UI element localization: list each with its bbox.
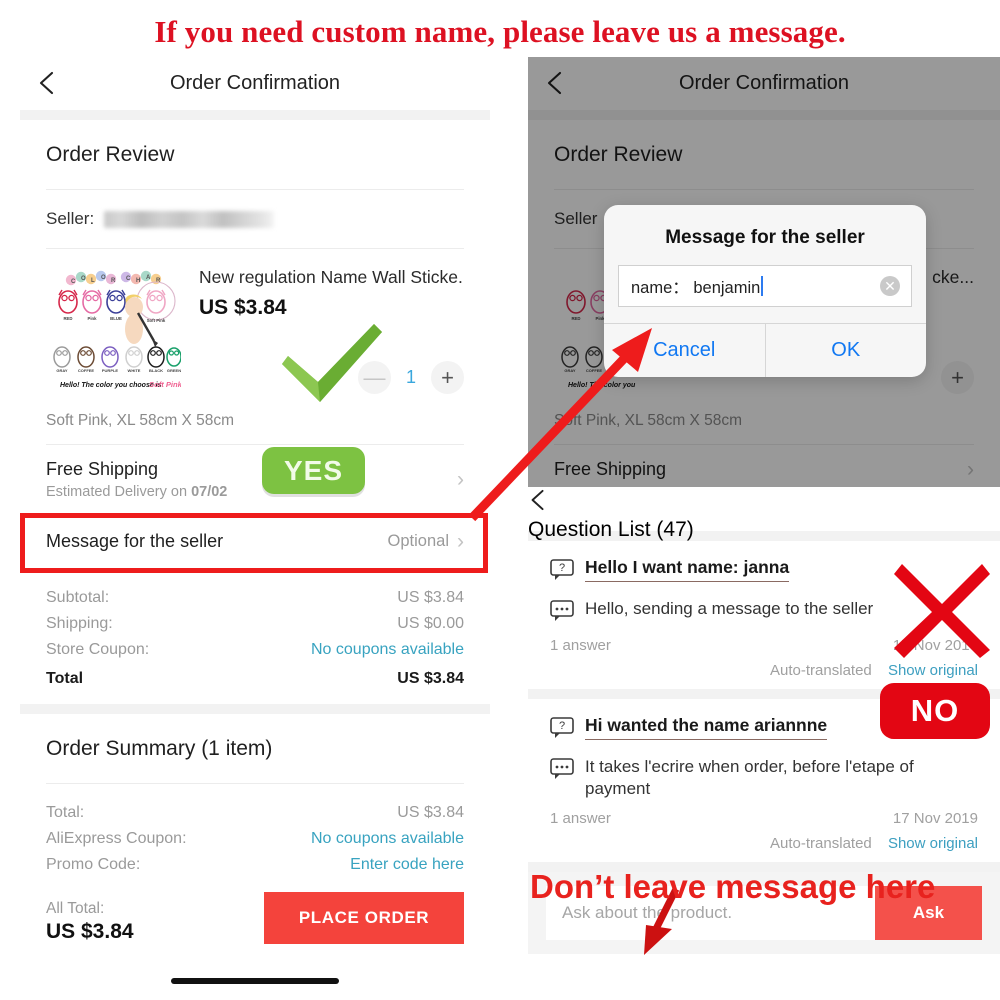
cost-label: Subtotal: [46,589,110,606]
right-order-review-heading: Order Review [554,143,683,166]
chevron-right-icon: › [967,458,974,481]
svg-text:PURPLE: PURPLE [102,368,119,373]
summary-line: AliExpress Coupon: No coupons available [46,826,464,852]
cost-line: Shipping: US $0.00 [46,611,464,637]
svg-text:A: A [146,275,151,281]
place-order-button[interactable]: PLACE ORDER [264,892,464,944]
cost-label: Shipping: [46,615,113,632]
svg-text:GRAY: GRAY [56,368,68,373]
svg-text:R: R [156,278,161,284]
svg-text:O: O [81,276,86,282]
cost-label: Store Coupon: [46,641,150,658]
bottom-caption-text: Don’t leave message here [530,868,936,905]
yes-badge: YES [262,447,365,494]
cost-breakdown: Subtotal: US $3.84 Shipping: US $0.00 St… [46,569,464,704]
summary-label: Total: [46,804,85,821]
summary-label: AliExpress Coupon: [46,830,187,847]
shipping-estimate-date: 07/02 [191,484,228,500]
auto-translated-label: Auto-translated [770,662,872,679]
svg-text:L: L [91,278,95,284]
question-bubble-icon: ? [550,559,574,586]
show-original-link[interactable]: Show original [888,662,978,679]
right-seller-label: Seller [554,209,598,228]
aliexpress-coupon-link[interactable]: No coupons available [311,830,464,848]
product-thumbnail[interactable]: C O L O R C H A R RED Pink BLUE Soft Pin… [46,263,183,398]
svg-text:?: ? [559,720,565,732]
right-navbar: Order Confirmation [528,57,1000,110]
all-total-value: US $3.84 [46,920,134,943]
divider-strip [20,110,490,120]
seller-name-redacted [104,210,275,228]
dialog-ok-button[interactable]: OK [766,324,927,377]
summary-label: Promo Code: [46,856,141,873]
svg-text:Pink: Pink [87,316,97,321]
divider-strip [20,704,490,714]
shipping-label: Free Shipping [46,459,159,479]
seller-label: Seller: [46,209,95,228]
question-text: Hi wanted the name ariannne [585,715,828,740]
cost-line: Subtotal: US $3.84 [46,585,464,611]
summary-line: Total: US $3.84 [46,800,464,826]
svg-text:?: ? [559,562,565,574]
left-navbar: Order Confirmation [20,57,490,110]
total-label: Total [46,670,84,687]
right-page-title: Order Confirmation [678,72,850,94]
svg-text:Hello! The color you choose is: Hello! The color you choose is [60,382,162,389]
green-check-icon [278,322,388,407]
clear-circle-icon[interactable]: ✕ [880,276,900,296]
promo-code-link[interactable]: Enter code here [350,856,464,874]
product-name: New regulation Name Wall Sticke... [199,267,464,287]
svg-text:H: H [136,278,140,284]
show-original-link[interactable]: Show original [888,835,978,852]
auto-translated-label: Auto-translated [770,834,872,852]
svg-text:WHITE: WHITE [128,368,141,373]
question-date: 17 Nov 2019 [892,809,978,827]
answer-count: 1 answer [550,809,611,827]
answer-bubble-icon [550,758,574,785]
seller-row[interactable]: Seller: [46,190,464,248]
svg-text:C: C [71,279,76,285]
order-summary-section: Order Summary (1 item) Total: US $3.84 A… [20,714,490,996]
order-summary-heading: Order Summary (1 item) [46,737,273,760]
summary-line: Promo Code: Enter code here [46,852,464,878]
dialog-title: Message for the seller [665,227,865,248]
total-line: Total US $3.84 [46,663,464,692]
svg-text:O: O [101,275,106,281]
svg-text:C: C [126,276,131,282]
svg-text:BLACK: BLACK [149,368,163,373]
dialog-input-value: name： benjamin [631,279,761,297]
all-total-label: All Total: [46,900,105,917]
divider-strip [528,110,1000,120]
svg-text:GREEN: GREEN [167,368,181,373]
shipping-estimate: Estimated Delivery on 07/02 [46,484,227,500]
answer-bubble-icon [550,600,574,627]
summary-value: US $3.84 [397,804,464,821]
svg-text:RED: RED [63,316,72,321]
answer-text: Hello, sending a message to the seller [585,599,874,618]
store-coupon-link[interactable]: No coupons available [311,641,464,659]
answer-text: It takes l'ecrire when order, before l'e… [585,757,914,798]
answer-count: 1 answer [550,637,611,654]
svg-text:BLUE: BLUE [110,316,122,321]
red-x-icon [890,558,995,663]
total-value: US $3.84 [397,670,464,687]
home-indicator [171,978,339,984]
order-review-heading: Order Review [46,143,175,166]
no-badge: NO [880,683,990,739]
cost-line: Store Coupon: No coupons available [46,637,464,663]
svg-text:COFFEE: COFFEE [78,368,95,373]
svg-text:R: R [111,278,116,284]
svg-text:Soft Pink: Soft Pink [149,380,181,389]
left-page-title: Order Confirmation [169,72,341,94]
question-bubble-icon: ? [550,717,574,744]
svg-text:Soft Pink: Soft Pink [147,318,166,323]
cost-value: US $3.84 [397,589,464,606]
cost-value: US $0.00 [397,615,464,632]
red-arrow-icon [380,300,680,560]
right-quantity-plus-button: + [941,361,974,394]
right-quantity-stepper: + [941,361,974,394]
promo-banner-text: If you need custom name, please leave us… [154,14,846,49]
text-caret [761,276,764,296]
shipping-estimate-prefix: Estimated Delivery on [46,484,192,500]
